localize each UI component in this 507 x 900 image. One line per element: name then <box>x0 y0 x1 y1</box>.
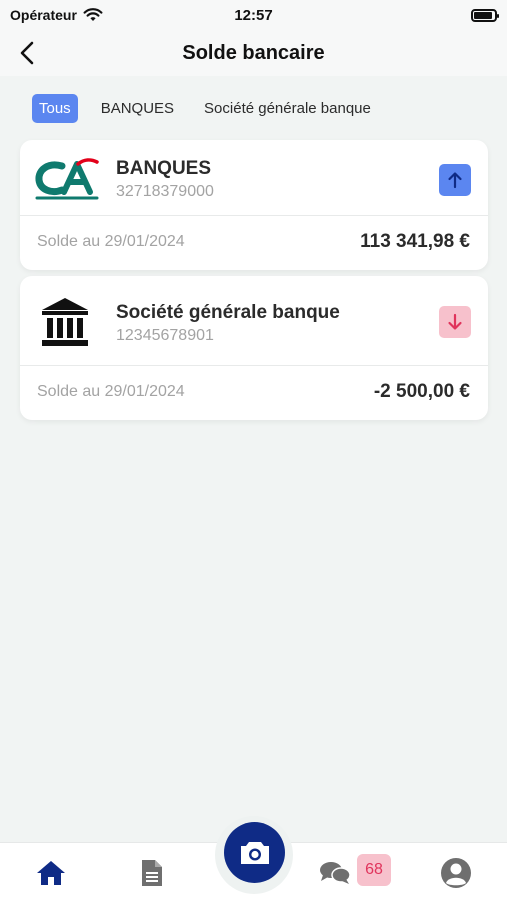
arrow-up-icon <box>448 172 462 189</box>
chat-badge: 68 <box>357 854 391 886</box>
account-card-footer: Solde au 29/01/2024 113 341,98 € <box>20 216 488 270</box>
trend-down-badge <box>439 306 471 338</box>
filter-chip-societe-generale[interactable]: Société générale banque <box>197 94 378 123</box>
account-name: BANQUES <box>116 158 212 179</box>
header: Solde bancaire <box>0 30 507 76</box>
battery-level <box>474 11 492 19</box>
balance-date-label: Solde au 29/01/2024 <box>37 233 185 250</box>
credit-agricole-logo <box>35 158 99 200</box>
balance-amount: -2 500,00 € <box>373 381 470 402</box>
user-icon <box>441 858 471 888</box>
status-bar: Opérateur 12:57 <box>0 0 507 30</box>
wifi-icon <box>83 8 103 21</box>
filter-chip-banques[interactable]: BANQUES <box>94 94 181 123</box>
back-button[interactable] <box>12 38 42 68</box>
trend-up-badge <box>439 164 471 196</box>
account-card[interactable]: Société générale banque 12345678901 Sold… <box>20 276 488 420</box>
nav-documents[interactable] <box>135 857 169 889</box>
home-icon <box>37 861 65 885</box>
nav-home[interactable] <box>34 857 68 889</box>
account-card-header: Société générale banque 12345678901 <box>20 276 488 366</box>
battery-icon <box>471 8 499 22</box>
arrow-down-icon <box>448 313 462 330</box>
page-title: Solde bancaire <box>182 41 325 64</box>
account-card-footer: Solde au 29/01/2024 -2 500,00 € <box>20 366 488 420</box>
balance-amount: 113 341,98 € <box>360 231 470 252</box>
filter-chip-all[interactable]: Tous <box>32 93 78 123</box>
account-number: 32718379000 <box>116 183 214 200</box>
carrier-name: Opérateur <box>10 7 77 23</box>
account-card-header: BANQUES 32718379000 <box>20 140 488 216</box>
account-name: Société générale banque <box>116 302 340 323</box>
back-icon <box>20 41 34 65</box>
camera-icon <box>240 841 269 864</box>
account-card[interactable]: BANQUES 32718379000 Solde au 29/01/2024 … <box>20 140 488 270</box>
bank-building-icon <box>42 298 88 346</box>
account-number: 12345678901 <box>116 327 214 344</box>
camera-button[interactable] <box>224 822 285 883</box>
status-left: Opérateur <box>10 7 103 23</box>
balance-date-label: Solde au 29/01/2024 <box>37 383 185 400</box>
document-icon <box>142 860 162 886</box>
nav-messages[interactable] <box>318 857 352 889</box>
chat-icon <box>320 862 351 884</box>
filter-bar: Tous BANQUES Société générale banque <box>0 84 507 132</box>
nav-profile[interactable] <box>439 857 473 889</box>
